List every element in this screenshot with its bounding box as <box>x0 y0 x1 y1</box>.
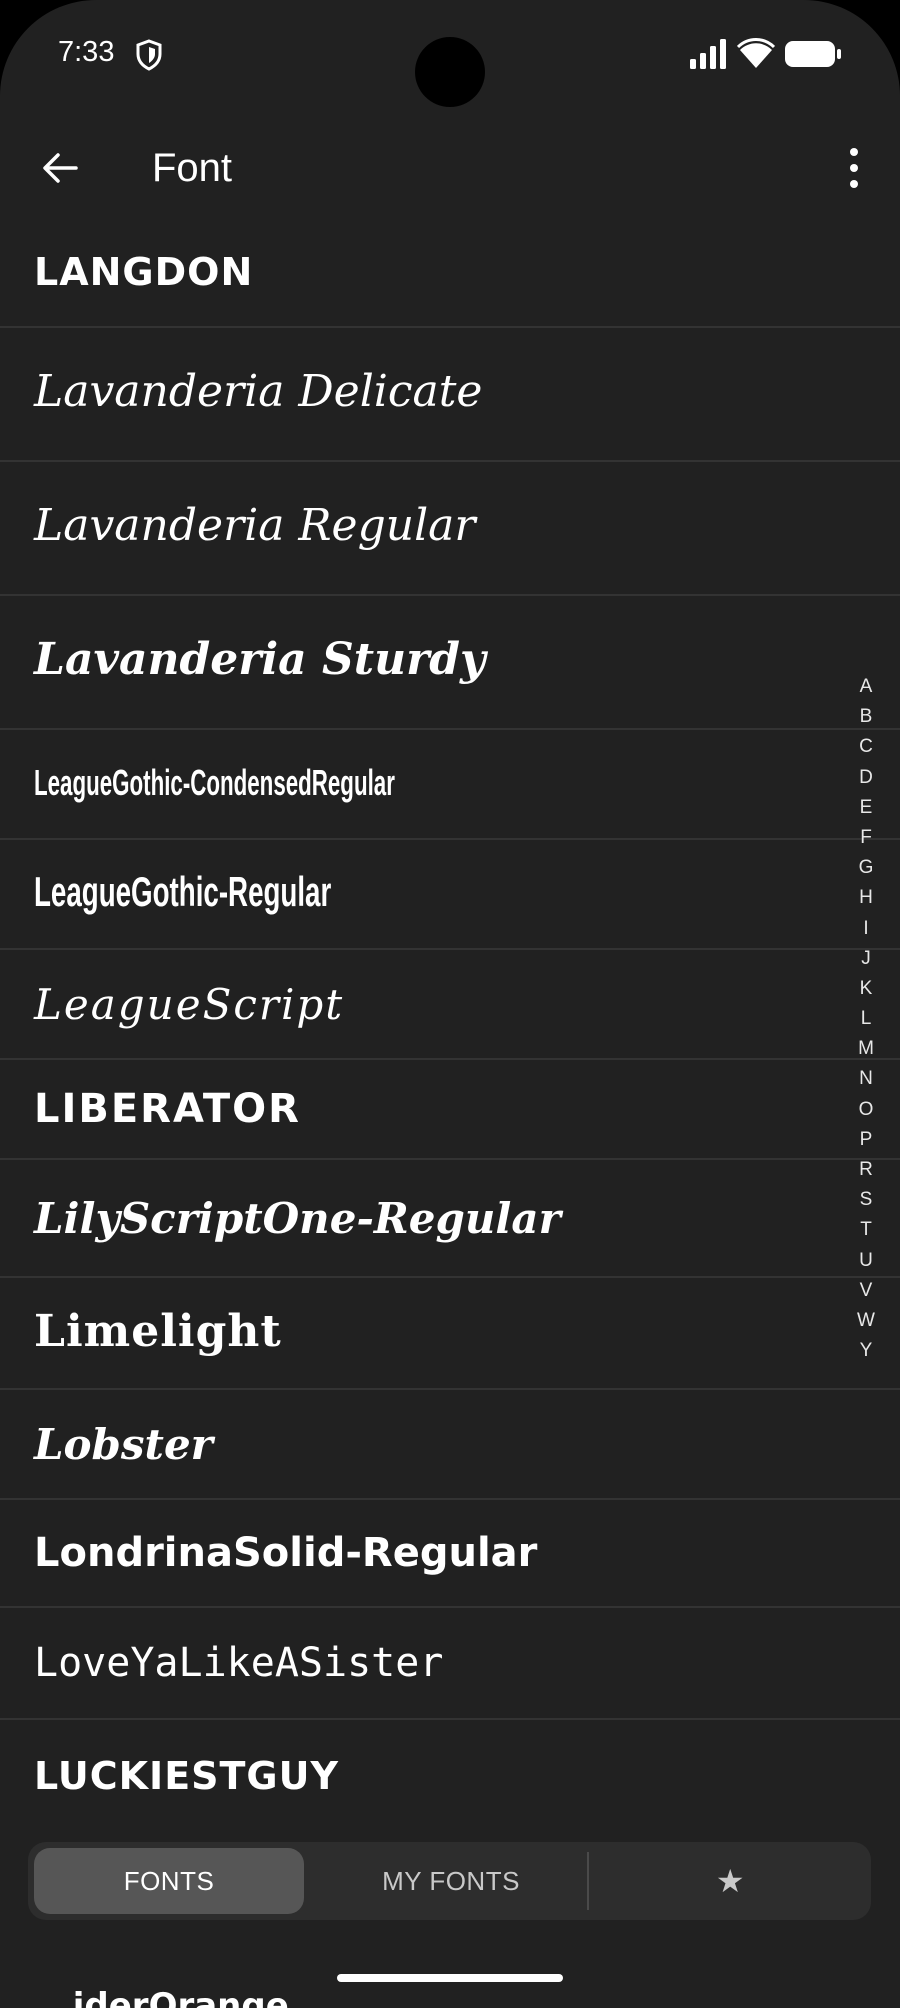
font-list-item[interactable]: LIBERATOR <box>0 1060 900 1160</box>
more-options-icon[interactable] <box>842 142 866 194</box>
index-letter[interactable]: D <box>856 763 876 793</box>
index-letter[interactable]: C <box>856 732 876 762</box>
font-name: ...iderOrange <box>34 1986 289 2008</box>
font-name: Lavanderia Delicate <box>34 366 483 417</box>
bottom-tab-bar: FONTS MY FONTS ★ <box>28 1842 871 1920</box>
font-list-item[interactable]: LilyScriptOne-Regular <box>0 1160 900 1278</box>
font-list-item[interactable]: Lobster <box>0 1390 900 1500</box>
index-letter[interactable]: S <box>856 1185 876 1215</box>
index-letter[interactable]: G <box>856 853 876 883</box>
font-name: LilyScriptOne-Regular <box>34 1194 561 1243</box>
font-name: LondrinaSolid-Regular <box>34 1530 538 1576</box>
index-letter[interactable]: W <box>856 1306 876 1336</box>
font-list-item[interactable]: LondrinaSolid-Regular <box>0 1500 900 1608</box>
status-bar: 7:33 <box>0 0 900 110</box>
back-arrow-icon[interactable] <box>38 146 82 190</box>
page-title: Font <box>152 146 233 190</box>
font-list-item[interactable]: Lavanderia Delicate <box>0 328 900 462</box>
index-letter[interactable]: M <box>856 1034 876 1064</box>
font-list-item[interactable]: LoveYaLikeASister <box>0 1608 900 1720</box>
font-list-item[interactable]: LUCKIESTGUY <box>0 1720 900 1838</box>
index-letter[interactable]: V <box>856 1276 876 1306</box>
screen: 7:33 Font LANGDON Lavanderia Delicate La… <box>0 0 900 2008</box>
home-indicator <box>337 1974 563 1982</box>
font-name: LeagueScript <box>34 980 345 1029</box>
index-letter[interactable]: B <box>856 702 876 732</box>
font-list-item[interactable]: Limelight <box>0 1278 900 1390</box>
font-name: Lavanderia Sturdy <box>34 634 486 685</box>
font-name: LANGDON <box>34 250 254 294</box>
index-letter[interactable]: Y <box>856 1336 876 1366</box>
font-name: Limelight <box>34 1306 282 1357</box>
index-letter[interactable]: J <box>856 944 876 974</box>
tab-divider <box>587 1852 589 1910</box>
tab-fonts[interactable]: FONTS <box>34 1848 304 1914</box>
index-letter[interactable]: N <box>856 1064 876 1094</box>
font-name: LeagueGothic-CondensedRegular <box>34 762 395 803</box>
font-list-item[interactable]: LeagueGothic-CondensedRegular <box>0 730 900 840</box>
index-letter[interactable]: E <box>856 793 876 823</box>
index-letter[interactable]: I <box>856 914 876 944</box>
index-letter[interactable]: U <box>856 1246 876 1276</box>
font-name: LoveYaLikeASister <box>34 1640 444 1686</box>
index-letter[interactable]: A <box>856 672 876 702</box>
font-name: LUCKIESTGUY <box>34 1754 339 1798</box>
alphabet-index[interactable]: ABCDEFGHIJKLMNOPRSTUVWY <box>856 672 876 1366</box>
tab-my-fonts[interactable]: MY FONTS <box>316 1848 586 1914</box>
status-time: 7:33 <box>58 36 115 68</box>
camera-cutout <box>415 37 485 107</box>
index-letter[interactable]: P <box>856 1125 876 1155</box>
font-name: LIBERATOR <box>34 1086 301 1132</box>
app-bar: Font <box>0 130 900 210</box>
index-letter[interactable]: K <box>856 974 876 1004</box>
font-name: LeagueGothic-Regular <box>34 868 332 915</box>
wifi-icon <box>737 38 775 68</box>
index-letter[interactable]: O <box>856 1095 876 1125</box>
tab-favorites-star-icon[interactable]: ★ <box>590 1848 871 1914</box>
font-list-item[interactable]: Lavanderia Regular <box>0 462 900 596</box>
index-letter[interactable]: T <box>856 1215 876 1245</box>
index-letter[interactable]: F <box>856 823 876 853</box>
font-list-item[interactable]: Lavanderia Sturdy <box>0 596 900 730</box>
font-list-item[interactable]: LANGDON <box>0 210 900 328</box>
index-letter[interactable]: L <box>856 1004 876 1034</box>
font-list-item[interactable]: LeagueScript <box>0 950 900 1060</box>
font-list-item[interactable]: LeagueGothic-Regular <box>0 840 900 950</box>
font-name: Lavanderia Regular <box>34 500 476 551</box>
index-letter[interactable]: R <box>856 1155 876 1185</box>
shield-icon <box>136 39 162 71</box>
index-letter[interactable]: H <box>856 883 876 913</box>
signal-icon <box>690 39 726 69</box>
font-name: Lobster <box>34 1420 213 1469</box>
battery-icon <box>785 41 841 67</box>
